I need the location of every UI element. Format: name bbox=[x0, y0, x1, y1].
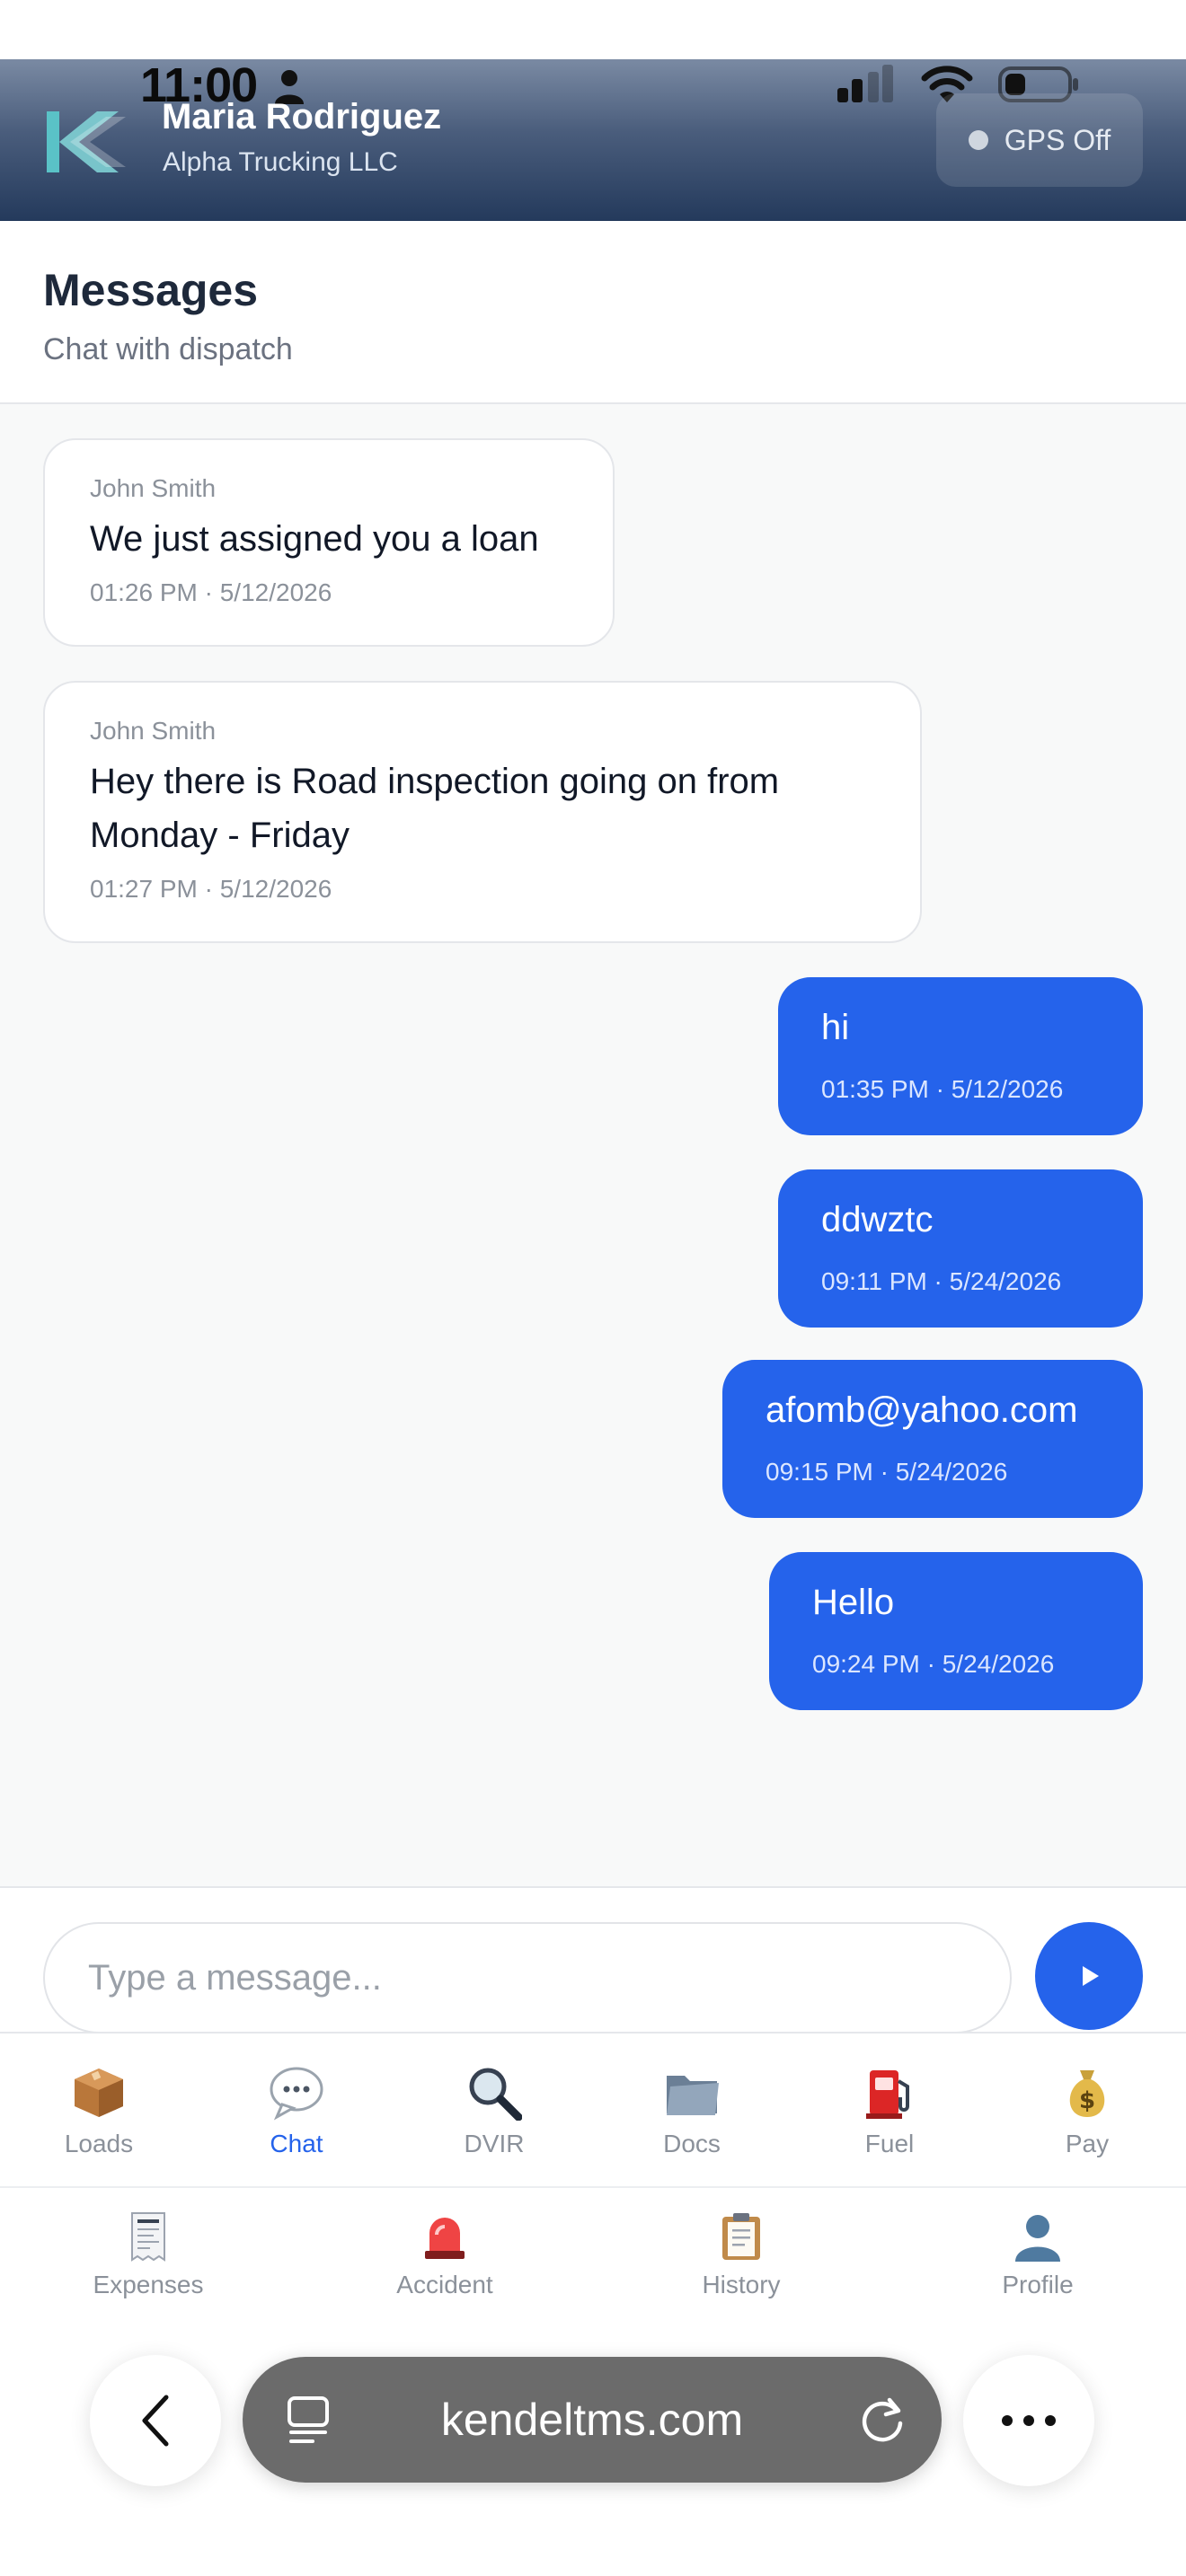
message-text: ddwztc bbox=[821, 1200, 934, 1239]
message-time: 01:35 PM · 5/12/2026 bbox=[821, 1075, 1064, 1103]
browser-more-button[interactable] bbox=[963, 2355, 1094, 2486]
nav-item-dvir[interactable]: DVIR bbox=[395, 2033, 593, 2186]
package-icon bbox=[71, 2065, 127, 2121]
money-bag-icon: $ bbox=[1062, 2065, 1112, 2121]
url-text: kendeltms.com bbox=[440, 2395, 744, 2445]
svg-text:$: $ bbox=[1079, 2087, 1095, 2114]
profile-icon bbox=[1013, 2211, 1062, 2262]
nav-label-expenses: Expenses bbox=[93, 2271, 204, 2298]
folder-icon bbox=[663, 2065, 721, 2121]
chevron-left-icon bbox=[142, 2395, 169, 2447]
magnifier-icon bbox=[466, 2065, 522, 2121]
company-name: Alpha Trucking LLC bbox=[163, 147, 398, 177]
nav-item-chat[interactable]: Chat bbox=[198, 2033, 395, 2186]
signal-icon bbox=[837, 65, 893, 102]
browser-toolbar: kendeltms.com bbox=[0, 2323, 1186, 2576]
nav-label-fuel: Fuel bbox=[864, 2130, 915, 2157]
nav-item-loads[interactable]: Loads bbox=[0, 2033, 198, 2186]
message-text: Hey there is Road inspection going on fr… bbox=[90, 762, 780, 855]
nav-item-pay[interactable]: $ Pay bbox=[988, 2033, 1186, 2186]
message-incoming: John Smith We just assigned you a loan 0… bbox=[43, 438, 615, 647]
driver-name: Maria Rodriguez bbox=[162, 97, 442, 137]
message-incoming: John Smith Hey there is Road inspection … bbox=[43, 681, 922, 943]
nav-label-docs: Docs bbox=[663, 2130, 721, 2157]
gps-dot-icon bbox=[968, 130, 988, 150]
nav-item-fuel[interactable]: Fuel bbox=[791, 2033, 988, 2186]
fuel-pump-icon bbox=[864, 2065, 915, 2121]
message-time: 01:26 PM · 5/12/2026 bbox=[90, 578, 332, 606]
message-time: 01:27 PM · 5/12/2026 bbox=[90, 875, 332, 903]
gps-status-label: GPS Off bbox=[1004, 123, 1111, 156]
nav-label-chat: Chat bbox=[270, 2130, 323, 2157]
chat-thread[interactable]: John Smith We just assigned you a loan 0… bbox=[0, 404, 1186, 1888]
nav-label-accident: Accident bbox=[396, 2271, 493, 2298]
page-header: Messages Chat with dispatch bbox=[0, 221, 1186, 404]
gps-status-button[interactable]: GPS Off bbox=[936, 93, 1143, 187]
receipt-icon bbox=[128, 2211, 168, 2262]
nav-label-history: History bbox=[702, 2271, 781, 2298]
message-composer bbox=[0, 1888, 1186, 2033]
company-logo bbox=[47, 111, 126, 172]
message-time: 09:15 PM · 5/24/2026 bbox=[766, 1458, 1008, 1486]
message-outgoing: ddwztc 09:11 PM · 5/24/2026 bbox=[778, 1169, 1143, 1328]
browser-back-button[interactable] bbox=[90, 2355, 221, 2486]
message-text: Hello bbox=[812, 1583, 895, 1622]
message-input[interactable] bbox=[43, 1922, 1012, 2033]
message-time: 09:24 PM · 5/24/2026 bbox=[812, 1650, 1055, 1678]
nav-item-docs[interactable]: Docs bbox=[593, 2033, 791, 2186]
reload-icon[interactable] bbox=[857, 2393, 907, 2445]
nav-item-accident[interactable]: Accident bbox=[296, 2188, 593, 2323]
siren-icon bbox=[422, 2211, 467, 2262]
message-text: afomb@yahoo.com bbox=[766, 1390, 1078, 1430]
nav-label-pay: Pay bbox=[1065, 2130, 1110, 2157]
nav-label-profile: Profile bbox=[1002, 2271, 1074, 2298]
nav-item-profile[interactable]: Profile bbox=[890, 2188, 1186, 2323]
clipboard-icon bbox=[720, 2211, 763, 2262]
message-time: 09:11 PM · 5/24/2026 bbox=[821, 1267, 1062, 1295]
page-title: Messages bbox=[43, 265, 259, 315]
page-subtitle: Chat with dispatch bbox=[43, 332, 293, 366]
bottom-nav-secondary: Expenses Accident History Profile bbox=[0, 2188, 1186, 2323]
message-sender: John Smith bbox=[90, 474, 217, 502]
message-text: We just assigned you a loan bbox=[90, 519, 539, 559]
message-text: hi bbox=[821, 1008, 850, 1047]
nav-item-expenses[interactable]: Expenses bbox=[0, 2188, 296, 2323]
nav-item-history[interactable]: History bbox=[593, 2188, 890, 2323]
chat-icon bbox=[268, 2065, 325, 2121]
address-bar[interactable]: kendeltms.com bbox=[243, 2357, 942, 2483]
bottom-nav-primary: Loads Chat DVIR Docs Fuel $ Pay bbox=[0, 2032, 1186, 2188]
send-button[interactable] bbox=[1035, 1922, 1143, 2030]
nav-label-loads: Loads bbox=[64, 2130, 134, 2157]
send-icon bbox=[1083, 1966, 1099, 1986]
message-sender: John Smith bbox=[90, 717, 217, 745]
more-dots-icon bbox=[1002, 2415, 1056, 2426]
message-outgoing: hi 01:35 PM · 5/12/2026 bbox=[778, 977, 1143, 1135]
nav-label-dvir: DVIR bbox=[464, 2130, 525, 2157]
message-outgoing: Hello 09:24 PM · 5/24/2026 bbox=[769, 1552, 1143, 1710]
message-outgoing: afomb@yahoo.com 09:15 PM · 5/24/2026 bbox=[722, 1360, 1143, 1518]
